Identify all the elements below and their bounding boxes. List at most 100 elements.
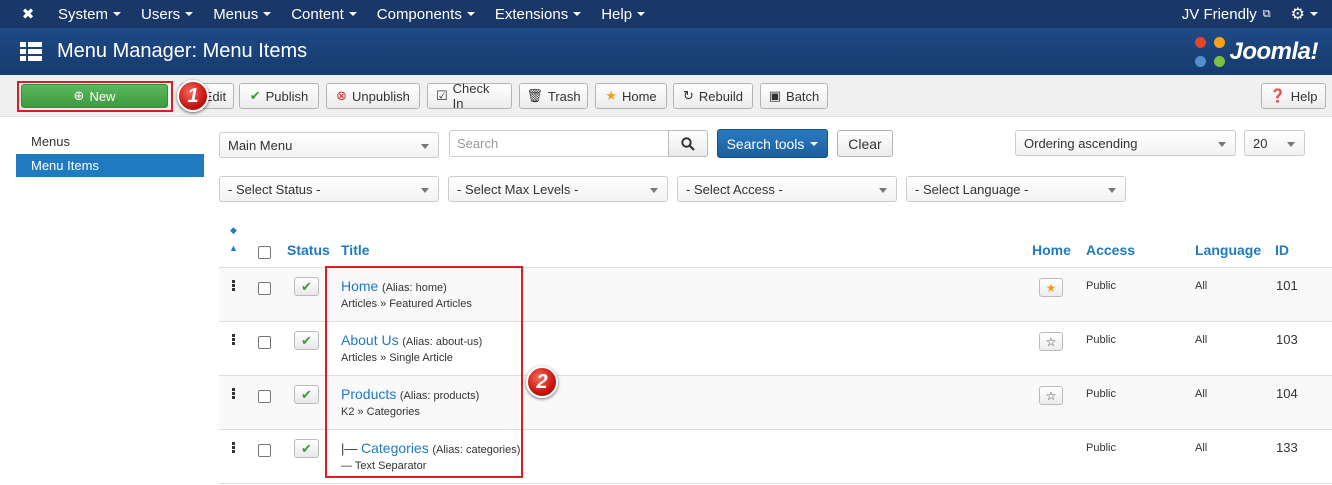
caret-down-icon bbox=[573, 12, 582, 16]
unpublish-button[interactable]: ⊗ Unpublish bbox=[326, 83, 420, 109]
access-value: Public bbox=[1086, 334, 1116, 346]
caret-down-icon bbox=[421, 188, 429, 193]
column-status[interactable]: Status bbox=[287, 242, 330, 258]
row-checkbox[interactable] bbox=[258, 390, 271, 403]
home-default-toggle[interactable]: ☆ bbox=[1039, 332, 1063, 351]
caret-down-icon bbox=[1218, 142, 1226, 147]
caret-down-icon bbox=[421, 144, 429, 149]
menu-components[interactable]: Components bbox=[367, 0, 485, 28]
joomla-logo: Joomla! bbox=[1195, 36, 1318, 67]
callout-badge-1: 1 bbox=[177, 80, 209, 112]
table-header: ◆ ▲ Status Title Home Access Language ID bbox=[219, 220, 1332, 268]
callout-badge-2: 2 bbox=[526, 366, 558, 398]
caret-down-icon bbox=[637, 12, 646, 16]
caret-down-icon bbox=[185, 12, 194, 16]
batch-button[interactable]: ▣ Batch bbox=[760, 83, 828, 109]
access-value: Public bbox=[1086, 442, 1116, 454]
menu-help[interactable]: Help bbox=[591, 0, 655, 28]
sidebar-item-menu-items[interactable]: Menu Items bbox=[16, 154, 204, 177]
language-value: All bbox=[1195, 442, 1208, 454]
language-filter-select[interactable]: - Select Language - bbox=[906, 176, 1126, 202]
home-default-toggle[interactable]: ☆ bbox=[1039, 386, 1063, 405]
refresh-icon: ↻ bbox=[683, 88, 694, 103]
menu-content[interactable]: Content bbox=[281, 0, 367, 28]
caret-down-icon bbox=[113, 12, 122, 16]
drag-handle-icon[interactable] bbox=[232, 334, 235, 346]
column-id[interactable]: ID bbox=[1275, 242, 1289, 258]
new-button-highlight bbox=[17, 81, 173, 112]
top-navbar: ✖ System Users Menus Content Components … bbox=[0, 0, 1332, 28]
joomla-admin-icon[interactable]: ✖ bbox=[8, 0, 48, 28]
clear-button[interactable]: Clear bbox=[837, 130, 893, 157]
check-in-button[interactable]: ☑ Check In bbox=[427, 81, 512, 111]
status-toggle-button[interactable]: ✔ bbox=[294, 385, 319, 404]
user-settings-menu[interactable]: ⚙ bbox=[1283, 4, 1332, 24]
rebuild-button[interactable]: ↻ Rebuild bbox=[673, 83, 753, 109]
check-icon: ✔ bbox=[301, 440, 312, 456]
max-levels-filter-select[interactable]: - Select Max Levels - bbox=[448, 176, 668, 202]
caret-down-icon bbox=[879, 188, 887, 193]
page-header: Menu Manager: Menu Items Joomla! bbox=[0, 28, 1332, 75]
sidebar-item-menus[interactable]: Menus bbox=[16, 130, 204, 153]
main-menu: System Users Menus Content Components Ex… bbox=[48, 0, 655, 28]
gear-icon: ⚙ bbox=[1290, 6, 1305, 23]
menu-menus[interactable]: Menus bbox=[203, 0, 281, 28]
id-value: 104 bbox=[1276, 386, 1298, 401]
help-button[interactable]: ❓ Help bbox=[1261, 83, 1326, 109]
access-value: Public bbox=[1086, 280, 1116, 292]
home-default-toggle[interactable]: ★ bbox=[1039, 278, 1063, 297]
sort-icon[interactable]: ◆ ▲ bbox=[229, 226, 238, 253]
search-input[interactable]: Search bbox=[449, 130, 669, 157]
publish-button[interactable]: ✔ Publish bbox=[239, 83, 319, 109]
id-value: 133 bbox=[1276, 440, 1298, 455]
menu-select[interactable]: Main Menu bbox=[219, 132, 439, 158]
check-icon: ✔ bbox=[249, 88, 261, 103]
home-button[interactable]: ★ Home bbox=[595, 83, 667, 109]
caret-down-icon bbox=[810, 141, 819, 146]
page-title: Menu Manager: Menu Items bbox=[57, 40, 308, 62]
caret-down-icon bbox=[1310, 12, 1318, 16]
menu-extensions[interactable]: Extensions bbox=[485, 0, 591, 28]
column-language[interactable]: Language bbox=[1195, 242, 1261, 258]
drag-handle-icon[interactable] bbox=[232, 280, 235, 292]
row-checkbox[interactable] bbox=[258, 336, 271, 349]
sidebar: Menus Menu Items bbox=[16, 130, 204, 177]
column-home[interactable]: Home bbox=[1032, 242, 1071, 258]
column-access[interactable]: Access bbox=[1086, 242, 1135, 258]
menu-users[interactable]: Users bbox=[131, 0, 203, 28]
limit-select[interactable]: 20 bbox=[1244, 130, 1305, 156]
caret-down-icon bbox=[466, 12, 475, 16]
search-tools-button[interactable]: Search tools bbox=[717, 129, 828, 158]
search-button[interactable] bbox=[668, 130, 708, 157]
caret-down-icon bbox=[650, 188, 658, 193]
ordering-select[interactable]: Ordering ascending bbox=[1015, 130, 1236, 156]
id-value: 101 bbox=[1276, 278, 1298, 293]
status-toggle-button[interactable]: ✔ bbox=[294, 439, 319, 458]
column-title[interactable]: Title bbox=[341, 242, 370, 258]
status-toggle-button[interactable]: ✔ bbox=[294, 277, 319, 296]
external-link-icon: ⧉ bbox=[1262, 7, 1271, 20]
joomla-logo-icon bbox=[1195, 36, 1226, 67]
access-filter-select[interactable]: - Select Access - bbox=[677, 176, 897, 202]
id-value: 103 bbox=[1276, 332, 1298, 347]
drag-handle-icon[interactable] bbox=[232, 442, 235, 454]
trash-button[interactable]: 🗑 Trash bbox=[519, 83, 588, 109]
language-value: All bbox=[1195, 280, 1208, 292]
star-outline-icon: ☆ bbox=[1045, 334, 1057, 349]
checkbox-icon: ☑ bbox=[436, 88, 448, 103]
search-icon bbox=[681, 136, 695, 151]
times-circle-icon: ⊗ bbox=[336, 88, 348, 103]
status-toggle-button[interactable]: ✔ bbox=[294, 331, 319, 350]
row-checkbox[interactable] bbox=[258, 444, 271, 457]
trash-icon: 🗑 bbox=[526, 88, 543, 103]
list-icon bbox=[20, 41, 42, 62]
select-all-checkbox[interactable] bbox=[258, 246, 271, 259]
caret-down-icon bbox=[348, 12, 357, 16]
status-filter-select[interactable]: - Select Status - bbox=[219, 176, 439, 202]
caret-down-icon bbox=[263, 12, 272, 16]
site-link[interactable]: JV Friendly ⧉ bbox=[1170, 6, 1283, 23]
menu-system[interactable]: System bbox=[48, 0, 131, 28]
drag-handle-icon[interactable] bbox=[232, 388, 235, 400]
row-checkbox[interactable] bbox=[258, 282, 271, 295]
caret-down-icon bbox=[1287, 142, 1295, 147]
